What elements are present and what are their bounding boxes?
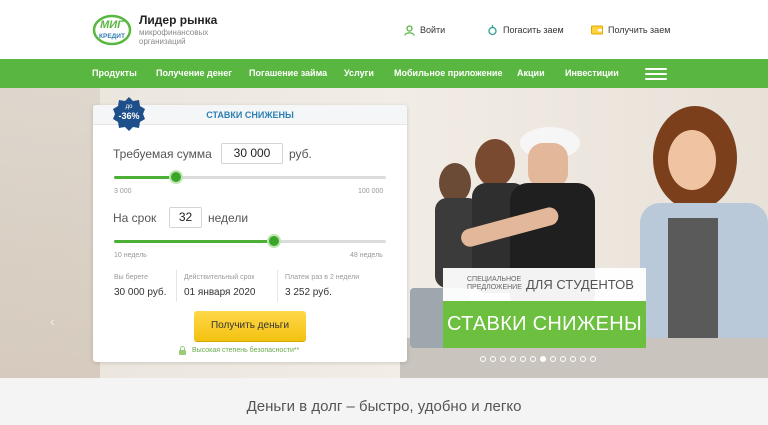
login-link[interactable]: Войти (403, 24, 445, 36)
menu-icon[interactable] (645, 68, 667, 80)
slider-dot[interactable] (510, 356, 516, 362)
amount-slider[interactable] (114, 170, 386, 184)
logo[interactable]: МИГ КРЕДИТ (92, 10, 132, 48)
nav-item-receive-money[interactable]: Получение денег (156, 59, 232, 88)
term-unit: недели (208, 211, 249, 225)
get-loan-link[interactable]: Получить заем (591, 24, 670, 36)
page: МИГ КРЕДИТ Лидер рынка микрофинансовых о… (0, 0, 768, 425)
promo-main[interactable]: СТАВКИ СНИЖЕНЫ (443, 301, 646, 348)
repay-link[interactable]: Погасить заем (486, 24, 564, 36)
login-label: Войти (420, 25, 446, 35)
promo-small-text: СПЕЦИАЛЬНОЕ ПРЕДЛОЖЕНИЕ (467, 276, 522, 292)
logo-top-text: МИГ (100, 19, 125, 31)
payment-label: Платеж раз в 2 недели (285, 274, 360, 281)
payment-value: 3 252 руб. (285, 287, 332, 298)
amount-label: Требуемая сумма (113, 147, 212, 161)
header: МИГ КРЕДИТ Лидер рынка микрофинансовых о… (0, 0, 768, 59)
nav-item-investments[interactable]: Инвестиции (565, 59, 619, 88)
brand-title: Лидер рынка (139, 13, 218, 27)
nav-item-promotions[interactable]: Акции (517, 59, 545, 88)
repay-label: Погасить заем (503, 25, 564, 35)
money-icon (486, 24, 498, 36)
main-nav: Продукты Получение денег Погашение займа… (0, 59, 768, 88)
nav-item-products[interactable]: Продукты (92, 59, 137, 88)
promo-small-line1: СПЕЦИАЛЬНОЕ (467, 276, 522, 283)
nav-item-mobile-app[interactable]: Мобильное приложение (394, 59, 502, 88)
lock-icon (179, 346, 186, 355)
get-loan-label: Получить заем (608, 25, 671, 35)
until-label: Действительный срок (184, 274, 255, 281)
until-value: 01 января 2020 (184, 287, 256, 298)
amount-max: 100 000 (358, 188, 384, 195)
amount-slider-fill (114, 176, 176, 179)
term-min: 10 недель (114, 252, 147, 259)
slider-dot[interactable] (570, 356, 576, 362)
slider-dot[interactable] (540, 356, 546, 362)
term-label: На срок (113, 211, 157, 225)
amount-slider-handle[interactable] (168, 170, 183, 184)
borrow-label: Вы берете (114, 274, 149, 281)
divider (277, 270, 278, 302)
amount-min: 3 000 (114, 188, 132, 195)
user-icon (403, 24, 415, 36)
nav-item-services[interactable]: Услуги (344, 59, 374, 88)
term-slider[interactable] (114, 234, 386, 248)
safety-label: Высокая степень безопасности** (192, 347, 300, 354)
slider-dot[interactable] (550, 356, 556, 362)
slider-dot[interactable] (590, 356, 596, 362)
nav-item-repayment[interactable]: Погашение займа (249, 59, 327, 88)
slider-dot[interactable] (520, 356, 526, 362)
divider (176, 270, 177, 302)
slider-dot[interactable] (480, 356, 486, 362)
term-max: 48 недель (350, 252, 383, 259)
brand-subtitle: микрофинансовых организаций (139, 28, 209, 46)
slider-dot[interactable] (490, 356, 496, 362)
logo-bottom-text: КРЕДИТ (99, 33, 125, 40)
amount-unit: руб. (289, 147, 312, 161)
tagline: Деньги в долг – быстро, удобно и легко (246, 398, 522, 415)
amount-input[interactable]: 30 000 (221, 143, 283, 164)
promo-small-line2: ПРЕДЛОЖЕНИЕ (467, 284, 522, 291)
slider-dot[interactable] (560, 356, 566, 362)
get-money-button[interactable]: Получить деньги (194, 311, 306, 341)
slider-dot[interactable] (580, 356, 586, 362)
slider-dot[interactable] (500, 356, 506, 362)
slider-dots (480, 356, 600, 364)
safety-note: Высокая степень безопасности** (178, 346, 299, 355)
term-input[interactable]: 32 (169, 207, 202, 228)
term-slider-fill (114, 240, 275, 243)
discount-badge-text: до -36% (112, 103, 146, 121)
wallet-icon (591, 24, 603, 36)
chevron-left-icon[interactable]: ‹ (50, 313, 55, 329)
slider-dot[interactable] (530, 356, 536, 362)
badge-value: -36% (118, 111, 140, 121)
promo-students: ДЛЯ СТУДЕНТОВ (526, 277, 634, 292)
brand-block: Лидер рынка микрофинансовых организаций (139, 13, 219, 46)
borrow-value: 30 000 руб. (114, 287, 167, 298)
